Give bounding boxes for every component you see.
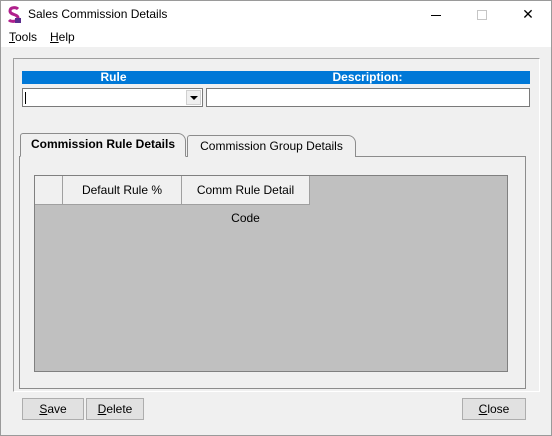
rule-details-grid[interactable]: Default Rule % Comm Rule Detail Code [34, 175, 508, 372]
description-header: Description: [205, 71, 530, 84]
tab-commission-rule-details[interactable]: Commission Rule Details [20, 133, 186, 157]
minimize-icon [431, 14, 441, 16]
menu-bar: Tools Help [1, 29, 551, 47]
column-header-default-rule[interactable]: Default Rule % [63, 176, 182, 205]
column-header-comm-rule-detail-code[interactable]: Comm Rule Detail Code [182, 176, 310, 225]
tab-commission-group-details[interactable]: Commission Group Details [187, 135, 356, 157]
title-bar: Sales Commission Details ✕ [1, 1, 551, 29]
minimize-button[interactable] [413, 1, 459, 29]
close-window-button[interactable]: ✕ [505, 1, 551, 29]
description-field[interactable] [206, 88, 530, 107]
sales-commission-window: Sales Commission Details ✕ Tools Help Ru… [0, 0, 552, 436]
grid-corner-cell[interactable] [35, 176, 63, 205]
maximize-icon [477, 10, 487, 20]
save-button[interactable]: Save [22, 398, 84, 420]
menu-tools[interactable]: Tools [9, 30, 37, 44]
menu-help[interactable]: Help [50, 30, 75, 44]
close-icon: ✕ [522, 7, 534, 23]
text-caret [25, 92, 26, 104]
app-s-icon [7, 6, 21, 23]
rule-dropdown-button[interactable] [186, 90, 201, 105]
chevron-down-icon [189, 95, 198, 100]
rule-header: Rule [22, 71, 205, 84]
close-button[interactable]: Close [462, 398, 526, 420]
rule-combobox[interactable] [22, 88, 203, 107]
window-title: Sales Commission Details [28, 7, 168, 21]
delete-button[interactable]: Delete [86, 398, 144, 420]
maximize-button[interactable] [459, 1, 505, 29]
